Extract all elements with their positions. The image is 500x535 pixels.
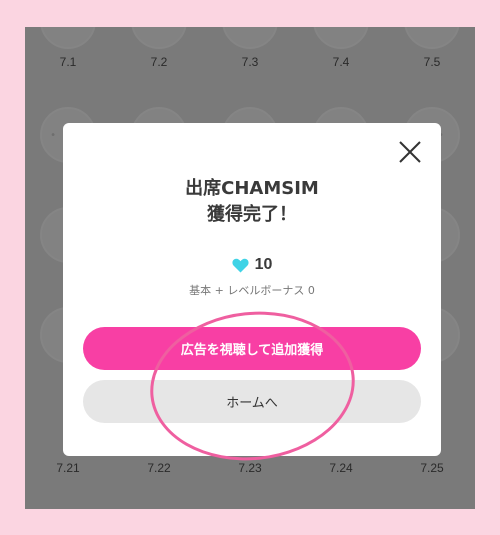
- calendar-day: 7.23: [217, 455, 283, 475]
- calendar-day-label: 7.23: [238, 461, 262, 475]
- calendar-day: ••• 7.5: [399, 27, 465, 69]
- calendar-day-label: 7.2: [150, 55, 168, 69]
- calendar-day-label: 7.3: [241, 55, 259, 69]
- calendar-day: 7.24: [308, 455, 374, 475]
- calendar-day: ••• 7.3: [217, 27, 283, 69]
- go-home-button[interactable]: ホームへ: [83, 380, 421, 423]
- calendar-day-label: 7.1: [59, 55, 77, 69]
- calendar-day-label: 7.25: [420, 461, 444, 475]
- stamp-slot: •••: [222, 27, 278, 49]
- calendar-day: 7.25: [399, 455, 465, 475]
- stamp-slot: •••: [404, 27, 460, 49]
- calendar-day: ••• 7.4: [308, 27, 374, 69]
- stamp-slot: •••: [131, 27, 187, 49]
- calendar-day: 7.21: [35, 455, 101, 475]
- dialog-title: 出席CHAMSIM 獲得完了！: [63, 176, 441, 228]
- attendance-reward-dialog: 出席CHAMSIM 獲得完了！ 10 基本 + レベルボーナス 0 広告を視聴し…: [63, 123, 441, 456]
- calendar-day-label: 7.21: [56, 461, 80, 475]
- calendar-day-label: 7.24: [329, 461, 353, 475]
- watch-ad-bonus-button[interactable]: 広告を視聴して追加獲得: [83, 327, 421, 370]
- reward-value: 10: [254, 256, 273, 273]
- calendar-day: 7.22: [126, 455, 192, 475]
- reward-breakdown: 基本 + レベルボーナス 0: [189, 284, 315, 297]
- dialog-title-line2: 獲得完了！: [207, 204, 297, 225]
- calendar-row-bottom: 7.21 7.22 7.23 7.24 7.25: [25, 455, 475, 475]
- calendar-day-label: 7.22: [147, 461, 171, 475]
- calendar-day-label: 7.5: [423, 55, 441, 69]
- calendar-day: ••• 7.1: [35, 27, 101, 69]
- calendar-row-top: ••• 7.1 ••• 7.2 ••• 7.3 ••• 7.4 ••• 7.5: [25, 27, 475, 69]
- reward-amount: 10: [63, 256, 441, 274]
- calendar-day: ••• 7.2: [126, 27, 192, 69]
- heart-icon: [232, 258, 249, 273]
- calendar-day-label: 7.4: [332, 55, 350, 69]
- close-button[interactable]: [397, 139, 423, 165]
- stamp-slot: •••: [40, 27, 96, 49]
- dialog-title-line1: 出席CHAMSIM: [185, 178, 319, 199]
- close-icon: [397, 141, 423, 169]
- stamp-slot: •••: [313, 27, 369, 49]
